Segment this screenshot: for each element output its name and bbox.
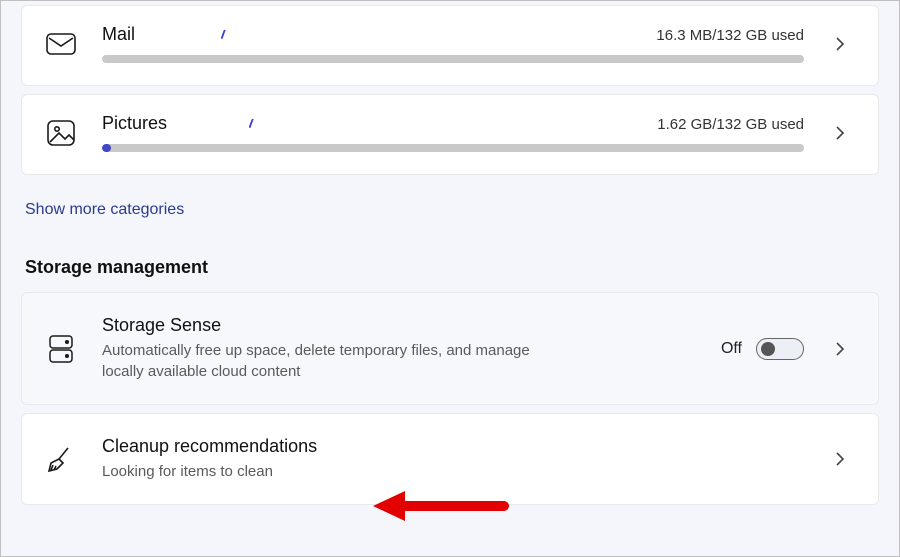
pictures-icon	[44, 116, 78, 150]
cleanup-recommendations-row[interactable]: Cleanup recommendations Looking for item…	[21, 413, 879, 505]
storage-sense-icon	[44, 332, 78, 366]
progress-bar	[102, 55, 804, 63]
cleanup-subtitle: Looking for items to clean	[102, 461, 572, 482]
storage-sense-toggle[interactable]	[756, 338, 804, 360]
progress-bar	[102, 144, 804, 152]
chevron-right-icon	[824, 36, 856, 52]
show-more-categories-link[interactable]: Show more categories	[25, 201, 184, 219]
storage-sense-title: Storage Sense	[102, 315, 701, 336]
category-usage: 16.3 MB/132 GB used	[656, 27, 804, 44]
section-heading-storage-management: Storage management	[25, 257, 879, 278]
category-title: Mail	[102, 24, 135, 45]
chevron-right-icon	[824, 125, 856, 141]
chevron-right-icon	[824, 341, 856, 357]
storage-sense-subtitle: Automatically free up space, delete temp…	[102, 340, 572, 382]
chevron-right-icon	[824, 451, 856, 467]
cleanup-title: Cleanup recommendations	[102, 436, 804, 457]
storage-category-mail[interactable]: Mail 16.3 MB/132 GB used	[21, 5, 879, 86]
category-title: Pictures	[102, 113, 167, 134]
toggle-state-label: Off	[721, 340, 742, 358]
broom-icon	[44, 442, 78, 476]
category-usage: 1.62 GB/132 GB used	[657, 116, 804, 133]
storage-category-pictures[interactable]: Pictures 1.62 GB/132 GB used	[21, 94, 879, 175]
mail-icon	[44, 27, 78, 61]
storage-sense-row[interactable]: Storage Sense Automatically free up spac…	[21, 292, 879, 405]
